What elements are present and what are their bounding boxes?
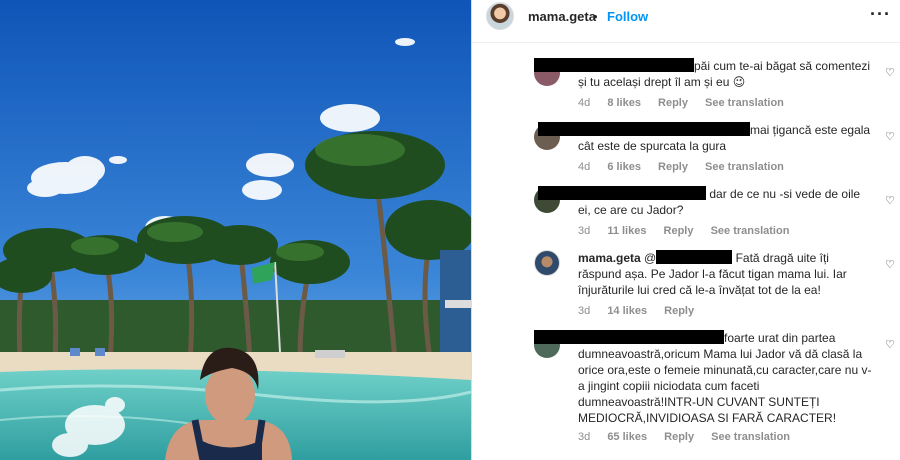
reply-button[interactable]: Reply xyxy=(664,305,694,317)
post-username[interactable]: mama.geta xyxy=(528,9,596,24)
heart-icon[interactable]: ♡ xyxy=(885,130,895,143)
comment-text: mai țigancă este egala cât este de spurc… xyxy=(538,122,874,154)
redaction-bar xyxy=(538,122,750,136)
comment-meta: 3d 14 likes Reply xyxy=(578,305,708,317)
heart-icon[interactable]: ♡ xyxy=(885,338,895,351)
likes-count[interactable]: 6 likes xyxy=(607,161,641,173)
comment-meta: 4d 6 likes Reply See translation xyxy=(578,161,798,173)
reply-button[interactable]: Reply xyxy=(664,225,694,237)
header-divider xyxy=(472,42,900,43)
avatar[interactable] xyxy=(534,250,560,276)
reply-button[interactable]: Reply xyxy=(664,431,694,443)
comment-time: 3d xyxy=(578,225,591,237)
comment-meta: 4d 8 likes Reply See translation xyxy=(578,97,798,109)
likes-count[interactable]: 8 likes xyxy=(607,97,641,109)
heart-icon[interactable]: ♡ xyxy=(885,194,895,207)
see-translation-button[interactable]: See translation xyxy=(711,225,790,237)
likes-count[interactable]: 11 likes xyxy=(607,225,646,237)
comment-time: 4d xyxy=(578,97,591,109)
heart-icon[interactable]: ♡ xyxy=(885,258,895,271)
redaction-bar xyxy=(534,330,724,344)
likes-count[interactable]: 65 likes xyxy=(607,431,647,443)
reply-button[interactable]: Reply xyxy=(658,161,688,173)
see-translation-button[interactable]: See translation xyxy=(711,431,790,443)
post-header: mama.geta • Follow ··· xyxy=(472,0,900,34)
comment-text: foarte urat din partea dumneavoastră,ori… xyxy=(534,330,874,426)
see-translation-button[interactable]: See translation xyxy=(705,97,784,109)
comment-meta: 3d 65 likes Reply See translation xyxy=(578,431,804,443)
see-translation-button[interactable]: See translation xyxy=(705,161,784,173)
separator-dot: • xyxy=(593,9,598,24)
comment-body: foarte urat din partea dumneavoastră,ori… xyxy=(578,331,872,425)
reply-button[interactable]: Reply xyxy=(658,97,688,109)
redaction-bar xyxy=(534,58,694,72)
redaction-bar xyxy=(538,186,706,200)
likes-count[interactable]: 14 likes xyxy=(607,305,647,317)
comment-time: 3d xyxy=(578,305,591,317)
comment-text: păi cum te-ai băgat să comentezi și tu a… xyxy=(534,58,874,90)
more-options-icon[interactable]: ··· xyxy=(870,4,891,25)
comments-panel: mama.geta • Follow ··· păi cum te-ai băg… xyxy=(471,0,900,460)
post-photo[interactable] xyxy=(0,0,471,460)
comment-time: 4d xyxy=(578,161,591,173)
comment-text: dar de ce nu -si vede de oile ei, ce are… xyxy=(538,186,874,218)
follow-button[interactable]: Follow xyxy=(607,9,648,24)
comment-username[interactable]: mama.geta xyxy=(578,251,641,265)
comment-time: 3d xyxy=(578,431,591,443)
comment-meta: 3d 11 likes Reply See translation xyxy=(578,225,803,237)
mention[interactable]: @ xyxy=(644,251,656,265)
redaction-bar xyxy=(656,250,733,264)
comment-text: mama.geta @ Fată dragă uite îți răspund … xyxy=(578,250,874,298)
avatar[interactable] xyxy=(486,2,514,30)
heart-icon[interactable]: ♡ xyxy=(885,66,895,79)
